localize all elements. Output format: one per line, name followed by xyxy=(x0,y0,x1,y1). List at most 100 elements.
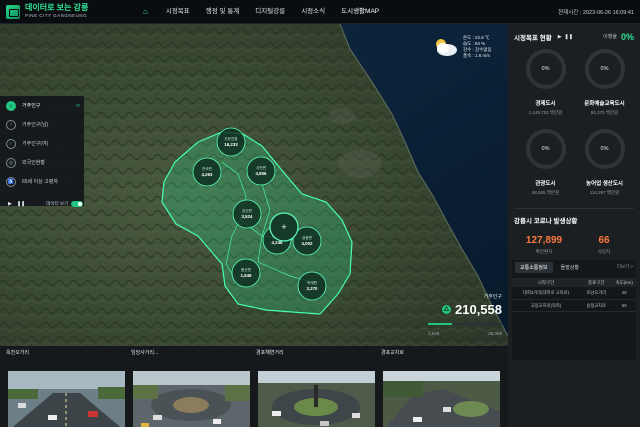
right-panel: 시정목표 현황 ▶ ❚❚ 이행율 0% 0% 경제도시 1,148,752 백만… xyxy=(508,24,640,427)
goal-name: 농어업 생산도시 xyxy=(586,181,623,187)
goal-budget: 114,297 백만원 xyxy=(589,190,620,195)
cctv-feed[interactable] xyxy=(8,371,125,427)
cctv-title: 경포교차로 xyxy=(381,350,405,356)
traffic-panel: 교통소통정보 돌발상황 더보기 > 시작구간 종료구간 속도(km) 대학3거리… xyxy=(512,260,636,360)
cell-end: 포남오거리 xyxy=(580,287,613,300)
site-subtitle: PINE CITY GANGNEUNG xyxy=(25,13,88,19)
partly-cloudy-icon xyxy=(433,36,459,58)
nav-news[interactable]: 시정소식 xyxy=(293,0,333,24)
current-time: 현재시간 : 2023-06-26 16:09:41 xyxy=(558,9,634,16)
menu-population-female[interactable]: ♀ 거주인구(여) xyxy=(0,134,84,153)
nav-city-map[interactable]: 도시생활MAP xyxy=(333,0,387,24)
traffic-table: 시작구간 종료구간 속도(km) 대학3거리(대학로 교차로) 포남오거리 26… xyxy=(512,278,636,312)
more-link[interactable]: 더보기 > xyxy=(617,264,633,270)
goal-ring: 0% xyxy=(525,129,566,169)
cctv-camera[interactable]: 옥천오거리 xyxy=(4,348,125,427)
population-scale-bar xyxy=(428,323,502,325)
covid-confirmed-label: 확진환자 xyxy=(535,249,553,254)
col-speed: 속도(km) xyxy=(612,278,636,287)
menu-population[interactable]: ⌂ 거주인구 ›› xyxy=(0,96,84,115)
weather-widget: 온도 : 22.6 ℃ 습도 : 84 % 강수 : 강수없음 풍속 : 1.6… xyxy=(433,32,503,62)
cctv-camera[interactable]: 임당사거리... xyxy=(129,348,250,427)
weather-wind: 풍속 : 1.6 m/s xyxy=(463,53,490,58)
dashboard: 데이터로 보는 강릉 PINE CITY GANGNEUNG ⌂ 시정목표 행정… xyxy=(0,0,640,427)
male-icon: ♂ xyxy=(6,119,16,130)
home-icon[interactable]: ⌂ xyxy=(133,0,158,24)
goal-name: 경제도시 xyxy=(535,101,556,107)
goal-card[interactable]: 0% 농어업 생산도시 114,297 백만원 xyxy=(575,124,634,204)
cctv-strip: 옥천오거리 임당사거리... 경포해변거리 경포교차로 xyxy=(0,346,508,427)
goals-rate: 0% xyxy=(620,31,634,42)
district-name: 왕산면 xyxy=(241,267,251,272)
goal-card[interactable]: 0% 문화예술교육도시 55,370 백만원 xyxy=(575,44,634,124)
elder-icon: ♿ xyxy=(6,176,16,187)
pause-icon[interactable]: ❚❚ xyxy=(565,34,573,40)
district-name: 성산면 xyxy=(242,208,252,213)
globe-icon: ◎ xyxy=(6,157,16,168)
play-icon[interactable]: ▶ xyxy=(8,201,12,207)
district-bubble[interactable]: 연곡면4,263 xyxy=(192,157,222,187)
covid-deaths: 66 xyxy=(598,235,610,246)
site-logo[interactable]: 데이터로 보는 강릉 PINE CITY GANGNEUNG xyxy=(0,4,125,19)
pause-icon[interactable]: ❚❚ xyxy=(17,201,25,207)
data-view-toggle[interactable] xyxy=(71,201,84,207)
cell-start: 교동교차로(북측) xyxy=(512,299,581,312)
district-name: 연곡면 xyxy=(202,166,212,171)
table-row[interactable]: 대학3거리(대학로 교차로) 포남오거리 26 xyxy=(512,287,636,300)
play-icon[interactable]: ▶ xyxy=(558,34,562,40)
cctv-feed[interactable] xyxy=(133,371,250,427)
map-controls: ▶ ❚❚ 데이터 보기 xyxy=(8,201,84,207)
table-row[interactable]: 교동교차로(북측) 송정교차로 50 xyxy=(512,299,636,312)
tab-traffic[interactable]: 교통소통정보 xyxy=(515,261,553,273)
goal-card[interactable]: 0% 관광도시 48,505 백만원 xyxy=(516,124,575,204)
cctv-camera[interactable]: 경포해변거리 xyxy=(254,348,375,427)
site-title: 데이터로 보는 강릉 xyxy=(25,3,89,13)
district-name: 주문진읍 xyxy=(224,136,238,141)
goal-card[interactable]: 0% 경제도시 1,148,752 백만원 xyxy=(516,44,575,124)
nav-admin-stats[interactable]: 행정 및 통계 xyxy=(198,0,248,24)
cctv-title: 옥천오거리 xyxy=(6,350,30,356)
menu-label: 거주인구(남) xyxy=(22,122,49,128)
logo-mark-icon xyxy=(6,4,20,19)
goal-name: 관광도시 xyxy=(535,181,556,187)
district-bubble[interactable]: 사천면4,806 xyxy=(246,156,276,186)
tab-incidents[interactable]: 돌발상황 xyxy=(556,262,584,273)
cell-speed: 50 xyxy=(612,299,636,312)
menu-elderly[interactable]: ♿ 65세 이상 고령자 xyxy=(0,172,84,191)
main-nav: ⌂ 시정목표 행정 및 통계 디지털강릉 시정소식 도시생활MAP xyxy=(133,0,387,24)
cctv-feed[interactable] xyxy=(258,371,375,427)
menu-population-male[interactable]: ♂ 거주인구(남) xyxy=(0,115,84,134)
district-value: 3,370 xyxy=(307,286,319,291)
covid-title: 강릉시 코로나 발생상황 xyxy=(514,218,578,225)
district-bubble[interactable]: 옥계면3,370 xyxy=(297,271,327,301)
goals-grid: 0% 경제도시 1,148,752 백만원 0% 문화예술교육도시 55,370… xyxy=(508,42,640,204)
goals-rate-label: 이행율 xyxy=(603,34,617,40)
menu-label: 거주인구 xyxy=(22,103,41,109)
home-icon: ⌂ xyxy=(6,100,16,111)
district-name: 옥계면 xyxy=(307,280,317,285)
menu-label: 65세 이상 고령자 xyxy=(22,179,58,185)
population-icon: △ xyxy=(442,305,451,314)
district-value: 16,233 xyxy=(224,142,238,147)
cctv-camera[interactable]: 경포교차로 xyxy=(379,348,500,427)
district-name: 강동면 xyxy=(302,235,312,240)
goals-title: 시정목표 현황 xyxy=(514,34,552,42)
district-bubble[interactable]: 주문진읍16,233 xyxy=(216,127,246,157)
menu-foreigners[interactable]: ◎ 외국인현황 xyxy=(0,153,84,172)
cctv-feed[interactable] xyxy=(383,371,500,427)
nav-digital[interactable]: 디지털강릉 xyxy=(247,0,293,24)
district-bubble[interactable]: 성산면3,524 xyxy=(232,199,262,229)
goal-budget: 1,148,752 백만원 xyxy=(528,110,563,115)
cctv-title: 경포해변거리 xyxy=(256,350,284,356)
covid-deaths-label: 사망자 xyxy=(597,249,611,254)
population-value: 210,558 xyxy=(455,302,502,317)
district-bubble[interactable]: 왕산면1,549 xyxy=(231,258,261,288)
top-header: 데이터로 보는 강릉 PINE CITY GANGNEUNG ⌂ 시정목표 행정… xyxy=(0,0,640,24)
goal-ring: 0% xyxy=(584,49,625,89)
district-value: 4,002 xyxy=(302,241,314,246)
goal-ring: 0% xyxy=(525,49,566,89)
nav-goals[interactable]: 시정목표 xyxy=(158,0,198,24)
district-value: 4,806 xyxy=(256,171,268,176)
layer-menu: ⌂ 거주인구 ›› ♂ 거주인구(남) ♀ 거주인구(여) ◎ 외국인현황 ♿ … xyxy=(0,96,84,206)
goal-budget: 48,505 백만원 xyxy=(531,190,560,195)
